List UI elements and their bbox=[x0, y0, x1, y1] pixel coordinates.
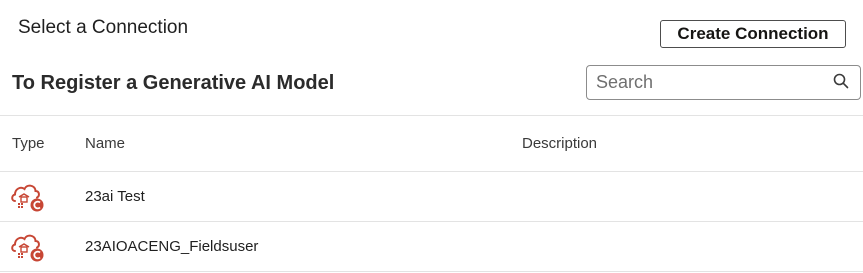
row-name: 23ai Test bbox=[85, 188, 145, 205]
column-header-description: Description bbox=[522, 135, 598, 152]
row-divider bbox=[0, 271, 863, 272]
table-row[interactable]: 23AIOACENG_Fieldsuser bbox=[0, 222, 863, 271]
column-header-name: Name bbox=[85, 135, 126, 152]
connection-selector-page: Select a Connection Create Connection To… bbox=[0, 0, 863, 273]
search-icon[interactable] bbox=[832, 72, 850, 90]
cloud-database-icon bbox=[10, 232, 46, 262]
search-field[interactable] bbox=[586, 65, 861, 100]
table-row[interactable]: 23ai Test bbox=[0, 172, 863, 221]
cloud-database-icon bbox=[10, 182, 46, 212]
dialog-title: Select a Connection bbox=[18, 17, 189, 38]
search-input[interactable] bbox=[587, 66, 832, 99]
create-connection-button[interactable]: Create Connection bbox=[660, 20, 846, 48]
column-header-type: Type bbox=[12, 135, 45, 152]
section-title: To Register a Generative AI Model bbox=[12, 72, 335, 94]
header-divider bbox=[0, 115, 863, 116]
row-name: 23AIOACENG_Fieldsuser bbox=[85, 238, 259, 255]
